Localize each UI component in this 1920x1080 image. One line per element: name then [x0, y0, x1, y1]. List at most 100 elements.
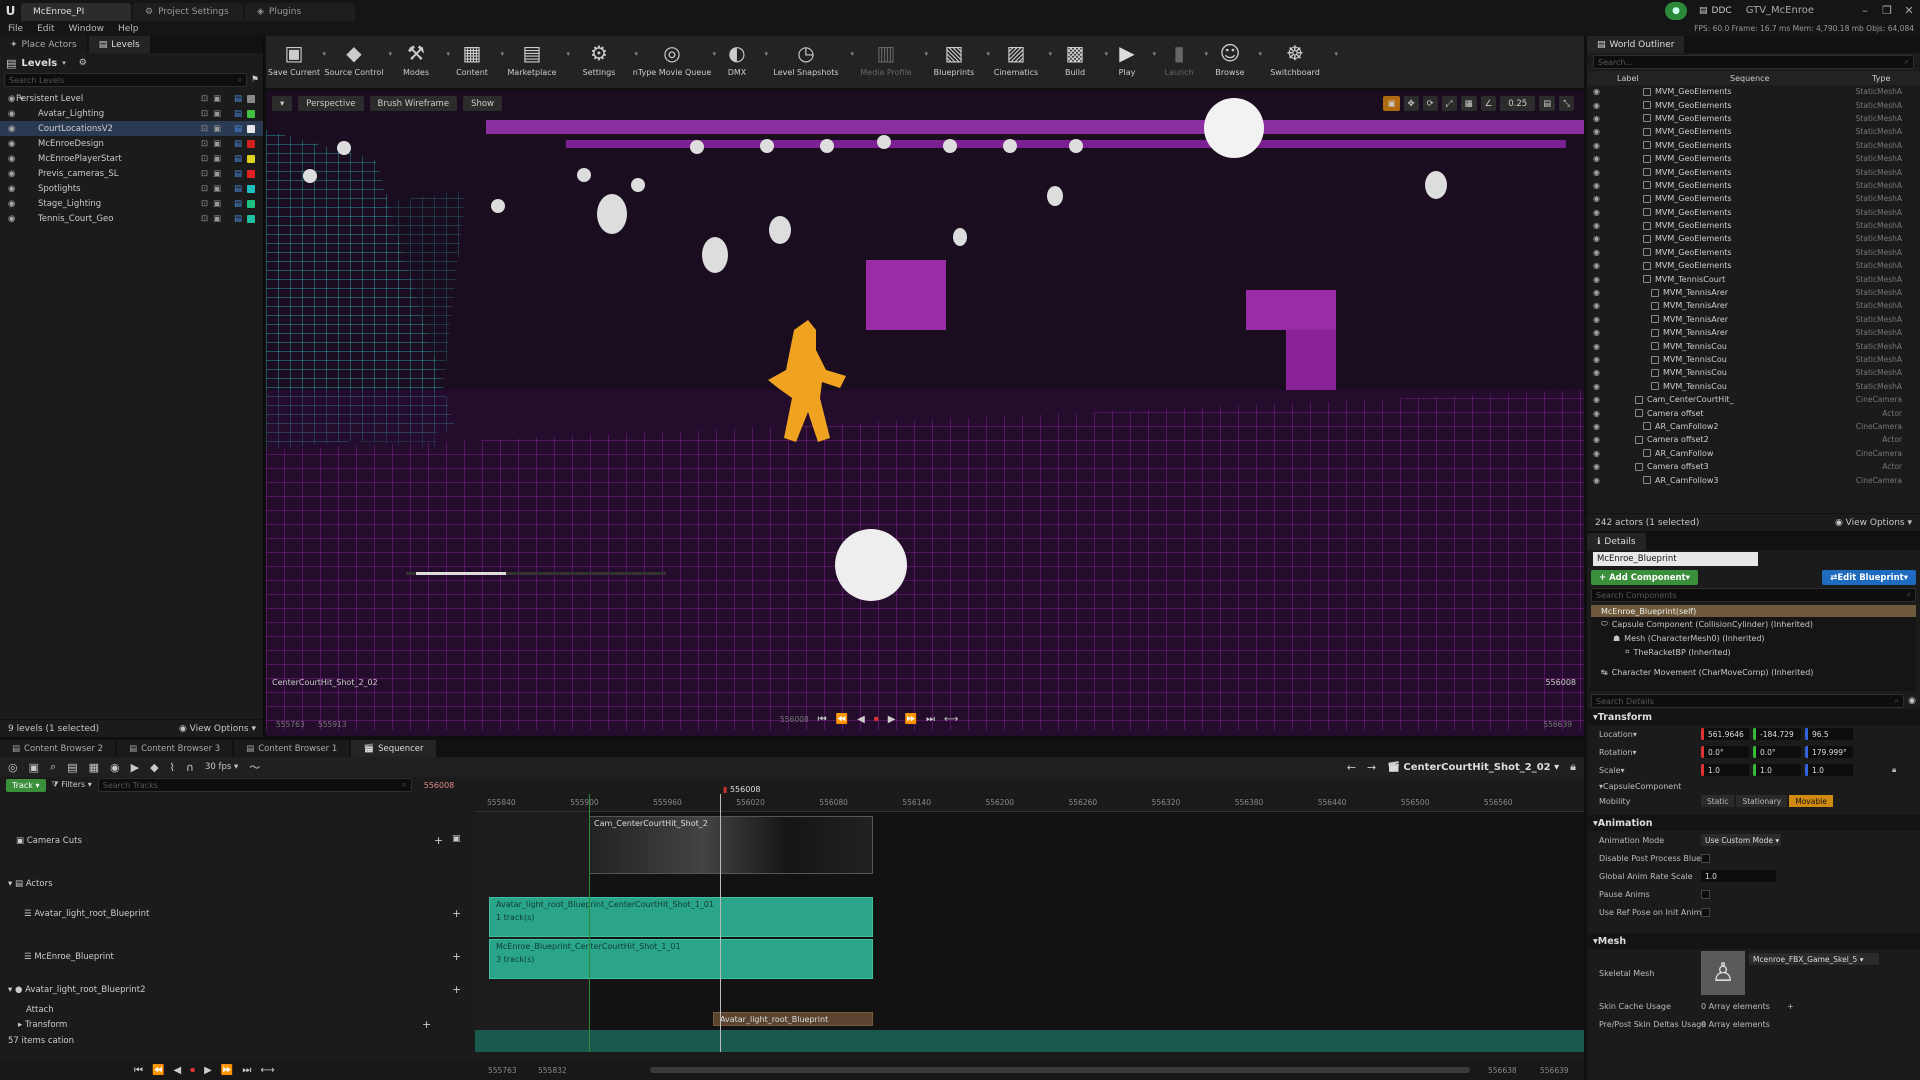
outliner-row[interactable]: ◉ MVM_GeoElements StaticMeshA: [1587, 232, 1920, 245]
eye-icon[interactable]: ◉: [8, 94, 15, 104]
mobility-static[interactable]: Static: [1701, 795, 1735, 807]
lock-icon[interactable]: ⊡: [201, 184, 208, 194]
outliner-row[interactable]: ◉ MVM_GeoElements StaticMeshA: [1587, 179, 1920, 192]
transform-track[interactable]: ▸ Transform: [0, 1020, 470, 1030]
rotation-y-field[interactable]: 0.0°: [1753, 746, 1801, 758]
tab-levels[interactable]: ▤ Levels: [88, 36, 150, 53]
component-row[interactable]: ↹ Character Movement (CharMoveComp) (Inhe…: [1591, 665, 1916, 679]
eye-icon[interactable]: ◉: [1593, 449, 1603, 458]
chevron-down-icon[interactable]: ▾: [1152, 50, 1156, 58]
camera-cut-clip[interactable]: Cam_CenterCourtHit_Shot_2: [589, 816, 873, 874]
camera-icon[interactable]: ◉: [110, 761, 120, 774]
save-icon[interactable]: ▣: [29, 761, 39, 774]
tab-sequencer[interactable]: 🎬︎ Sequencer: [351, 740, 436, 757]
avatar-bp-clip[interactable]: Avatar_light_root_Blueprint_CenterCourtH…: [489, 897, 873, 937]
film-icon[interactable]: ▤: [67, 761, 77, 774]
eye-icon[interactable]: ◉: [1593, 261, 1603, 270]
eye-icon[interactable]: ◉: [1593, 328, 1603, 337]
jump-end-icon[interactable]: ⏭: [242, 1065, 251, 1076]
play-forward-icon[interactable]: ▶: [204, 1065, 212, 1076]
prev-key-icon[interactable]: ⏪: [152, 1065, 164, 1076]
outliner-row[interactable]: ◉ MVM_GeoElements StaticMeshA: [1587, 246, 1920, 259]
mcenroe-bp-clip[interactable]: McEnroe_Blueprint_CenterCourtHit_Shot_1_…: [489, 939, 873, 979]
jump-end-icon[interactable]: ⏭: [926, 714, 935, 725]
toolbar-modes-button[interactable]: ⚒ Modes ▾: [390, 36, 450, 88]
eye-icon[interactable]: ◉: [8, 184, 15, 194]
location-x-field[interactable]: 561.9646: [1701, 728, 1749, 740]
view-mode-button[interactable]: Brush Wireframe: [369, 96, 458, 111]
outliner-row[interactable]: ◉ Camera offset2 Actor: [1587, 433, 1920, 446]
eye-icon[interactable]: ◉: [1593, 409, 1603, 418]
translate-icon[interactable]: ✥: [1403, 96, 1419, 111]
jump-start-icon[interactable]: ⏮: [134, 1065, 143, 1076]
save-level-icon[interactable]: ▣: [213, 124, 221, 134]
toolbar-dmx-button[interactable]: ◐ DMX ▾: [714, 36, 768, 88]
show-button[interactable]: Show: [463, 96, 503, 111]
eye-icon[interactable]: ◉: [1593, 301, 1603, 310]
save-level-icon[interactable]: ▣: [213, 199, 221, 209]
level-row[interactable]: ◉ McEnroePlayerStart ⊡ ▣ ▤: [0, 151, 263, 166]
forward-arrow-icon[interactable]: →: [1367, 761, 1376, 774]
save-level-icon[interactable]: ▣: [213, 94, 221, 104]
anim-rate-field[interactable]: 1.0: [1701, 870, 1776, 882]
lock-icon[interactable]: ⊡: [201, 124, 208, 134]
outliner-row[interactable]: ◉ AR_CamFollow3 CineCamera: [1587, 473, 1920, 486]
eye-icon[interactable]: ◉: [1593, 208, 1603, 217]
play-forward-icon[interactable]: ▶: [888, 714, 896, 725]
grid-snap-icon[interactable]: ▦: [1460, 96, 1477, 111]
object-name-field[interactable]: McEnroe_Blueprint: [1593, 552, 1758, 566]
tab-project-settings[interactable]: ⚙ Project Settings: [133, 3, 243, 21]
lock-icon[interactable]: 🔒︎: [1570, 760, 1576, 774]
levels-search-input[interactable]: Search Levels ⌕: [4, 73, 247, 87]
record-icon[interactable]: ⏺: [874, 714, 879, 725]
camera-cuts-track[interactable]: ▣ Camera Cuts: [0, 836, 470, 846]
rotation-z-field[interactable]: 179.999°: [1805, 746, 1853, 758]
tab-level[interactable]: McEnroe_PI: [21, 3, 131, 21]
levels-settings-icon[interactable]: ⚙: [79, 58, 87, 68]
menu-edit[interactable]: Edit: [37, 24, 54, 34]
level-row[interactable]: ◉ CourtLocationsV2 ⊡ ▣ ▤: [0, 121, 263, 136]
outliner-row[interactable]: ◉ AR_CamFollow2 CineCamera: [1587, 420, 1920, 433]
add-camera-cut-icon[interactable]: +: [434, 834, 443, 847]
save-level-icon[interactable]: ▣: [213, 214, 221, 224]
skeletal-mesh-dropdown[interactable]: Mcenroe_FBX_Game_Skel_5 ▾: [1749, 953, 1879, 965]
eye-icon[interactable]: ◉: [1593, 342, 1603, 351]
lock-icon[interactable]: ⊡: [201, 109, 208, 119]
outliner-row[interactable]: ◉ Cam_CenterCourtHit_ CineCamera: [1587, 393, 1920, 406]
toolbar-content-button[interactable]: ▦ Content ▾: [448, 36, 504, 88]
eye-icon[interactable]: ◉: [1593, 435, 1603, 444]
outliner-row[interactable]: ◉ MVM_GeoElements StaticMeshA: [1587, 125, 1920, 138]
tab-content-browser-3[interactable]: ▤ Content Browser 3: [117, 740, 233, 757]
eye-icon[interactable]: ◉: [1593, 355, 1603, 364]
menu-window[interactable]: Window: [69, 24, 105, 34]
toolbar-switchboard-button[interactable]: ☸ Switchboard ▾: [1260, 36, 1338, 88]
level-color-swatch[interactable]: [247, 139, 255, 148]
scale-y-field[interactable]: 1.0: [1753, 764, 1801, 776]
angle-snap-icon[interactable]: ∠: [1480, 96, 1497, 111]
ref-pose-checkbox[interactable]: [1701, 907, 1710, 917]
outliner-row[interactable]: ◉ MVM_GeoElements StaticMeshA: [1587, 152, 1920, 165]
tab-place-actors[interactable]: ✦ Place Actors: [0, 36, 87, 53]
attach-track[interactable]: Attach: [0, 1005, 470, 1015]
toolbar-source-control-button[interactable]: ◆ Source Control ▾: [324, 36, 392, 88]
outliner-row[interactable]: ◉ MVM_GeoElements StaticMeshA: [1587, 139, 1920, 152]
outliner-row[interactable]: ◉ MVM_GeoElements StaticMeshA: [1587, 259, 1920, 272]
toolbar-play-button[interactable]: ▶ Play ▾: [1106, 36, 1156, 88]
level-color-swatch[interactable]: [247, 124, 255, 133]
skeletal-mesh-thumbnail[interactable]: ♙: [1701, 951, 1745, 995]
eye-icon[interactable]: ◉: [1593, 141, 1603, 150]
lock-icon[interactable]: ⊡: [201, 154, 208, 164]
maximize-icon[interactable]: ❐: [1876, 4, 1898, 17]
render-icon[interactable]: ▦: [89, 761, 99, 774]
mcenroe-bp-track[interactable]: ☰ McEnroe_Blueprint: [0, 952, 470, 962]
next-key-icon[interactable]: ⏩: [905, 714, 917, 725]
outliner-row[interactable]: ◉ MVM_GeoElements StaticMeshA: [1587, 192, 1920, 205]
eye-icon[interactable]: ◉: [1593, 127, 1603, 136]
add-mcenroe-track-icon[interactable]: +: [452, 950, 461, 963]
level-row[interactable]: ◉ ▾ Persistent Level ⊡ ▣ ▤: [0, 91, 263, 106]
add-component-button[interactable]: + Add Component ▾: [1591, 570, 1698, 585]
outliner-row[interactable]: ◉ MVM_GeoElements StaticMeshA: [1587, 112, 1920, 125]
outliner-row[interactable]: ◉ MVM_TennisArer StaticMeshA: [1587, 286, 1920, 299]
outliner-row[interactable]: ◉ MVM_TennisCou StaticMeshA: [1587, 339, 1920, 352]
pause-anims-checkbox[interactable]: [1701, 889, 1710, 899]
